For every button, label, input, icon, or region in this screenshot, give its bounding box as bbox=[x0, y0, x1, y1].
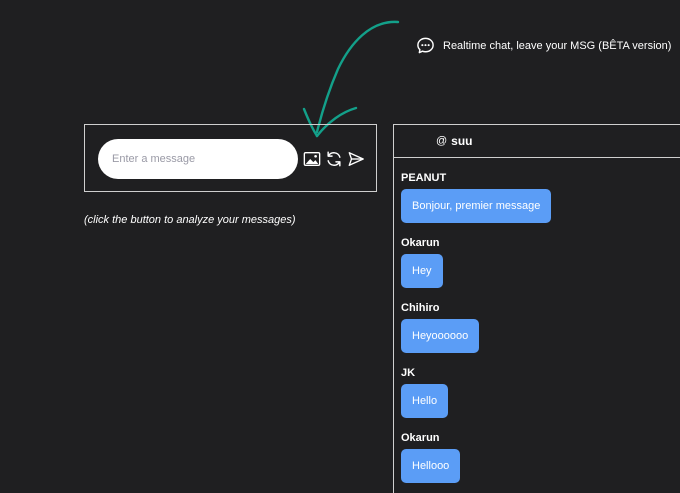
message-author: PEANUT bbox=[401, 172, 447, 184]
at-symbol: @ bbox=[436, 135, 448, 147]
message-author: JK bbox=[401, 367, 416, 379]
realtime-chat-text: Realtime chat, leave your MSG (BÊTA vers… bbox=[443, 39, 672, 52]
page: Realtime chat, leave your MSG (BÊTA vers… bbox=[0, 0, 680, 493]
message-bubble: Hey bbox=[401, 254, 443, 288]
analyze-hint: (click the button to analyze your messag… bbox=[84, 214, 296, 226]
image-icon[interactable] bbox=[303, 150, 321, 168]
chat-bubble-icon bbox=[417, 37, 434, 54]
message-item: PEANUT Bonjour, premier message bbox=[401, 172, 552, 223]
message-author: Okarun bbox=[401, 432, 440, 444]
refresh-icon[interactable] bbox=[325, 150, 343, 168]
message-composer bbox=[84, 124, 377, 192]
realtime-chat-note: Realtime chat, leave your MSG (BÊTA vers… bbox=[416, 36, 671, 55]
message-item: Chihiro Heyoooooo bbox=[401, 302, 480, 353]
message-bubble: Heyoooooo bbox=[401, 319, 480, 353]
message-item: Okarun Hey bbox=[401, 237, 443, 288]
chat-panel: @ suu PEANUT Bonjour, premier message Ok… bbox=[393, 124, 680, 493]
message-item: Okarun Hellooo bbox=[401, 432, 461, 483]
chat-handle: suu bbox=[451, 134, 473, 148]
send-icon[interactable] bbox=[347, 150, 365, 168]
message-author: Okarun bbox=[401, 237, 440, 249]
chat-header: @ suu bbox=[394, 125, 680, 158]
message-bubble: Bonjour, premier message bbox=[401, 189, 552, 223]
message-input[interactable] bbox=[98, 139, 298, 179]
message-bubble: Hellooo bbox=[401, 449, 461, 483]
message-item: JK Hello bbox=[401, 367, 449, 418]
message-bubble: Hello bbox=[401, 384, 449, 418]
message-author: Chihiro bbox=[401, 302, 440, 314]
